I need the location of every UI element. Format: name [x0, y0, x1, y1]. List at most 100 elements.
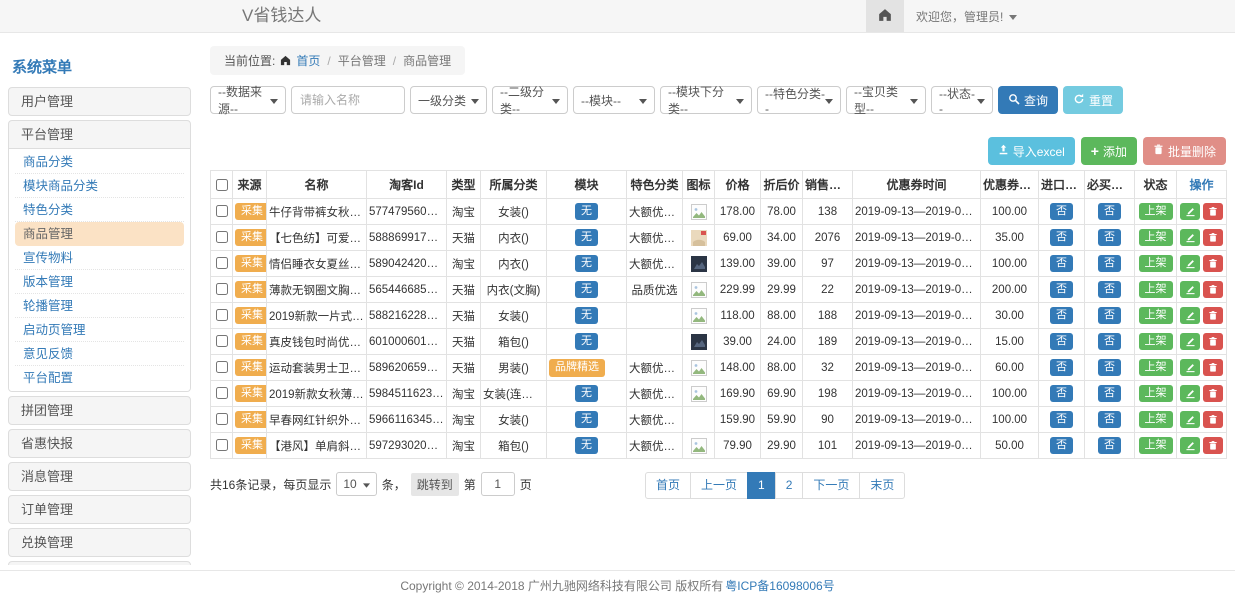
edit-button[interactable]: [1180, 281, 1200, 298]
delete-button[interactable]: [1203, 229, 1223, 246]
must-buy-toggle[interactable]: 否: [1098, 255, 1121, 273]
status-select[interactable]: --状态--: [931, 86, 993, 114]
sidebar-subitem-feature-category[interactable]: 特色分类: [15, 198, 184, 222]
page-first[interactable]: 首页: [645, 472, 691, 499]
status-button[interactable]: 上架: [1139, 359, 1173, 377]
row-checkbox[interactable]: [216, 283, 228, 295]
delete-button[interactable]: [1203, 281, 1223, 298]
add-button[interactable]: + 添加: [1081, 137, 1137, 165]
edit-button[interactable]: [1180, 359, 1200, 376]
sidebar-subitem-carousel-management[interactable]: 轮播管理: [15, 294, 184, 318]
page-next[interactable]: 下一页: [802, 472, 860, 499]
sidebar-item-stats-management[interactable]: 统计管理: [9, 562, 190, 565]
level2-category-select[interactable]: --二级分类--: [492, 86, 568, 114]
item-type-select[interactable]: --宝贝类型--: [846, 86, 926, 114]
status-button[interactable]: 上架: [1139, 437, 1173, 455]
status-button[interactable]: 上架: [1139, 229, 1173, 247]
import-excel-button[interactable]: 导入excel: [988, 137, 1075, 165]
import-select-toggle[interactable]: 否: [1050, 333, 1073, 351]
sidebar-item-order-management[interactable]: 订单管理: [9, 496, 190, 523]
status-button[interactable]: 上架: [1139, 333, 1173, 351]
row-checkbox[interactable]: [216, 257, 228, 269]
edit-button[interactable]: [1180, 437, 1200, 454]
status-button[interactable]: 上架: [1139, 281, 1173, 299]
sidebar-subitem-platform-config[interactable]: 平台配置: [15, 366, 184, 390]
import-select-toggle[interactable]: 否: [1050, 385, 1073, 403]
delete-button[interactable]: [1203, 203, 1223, 220]
must-buy-toggle[interactable]: 否: [1098, 203, 1121, 221]
sidebar-item-message-management[interactable]: 消息管理: [9, 463, 190, 490]
import-select-toggle[interactable]: 否: [1050, 411, 1073, 429]
icp-link[interactable]: 粤ICP备16098006号: [725, 577, 834, 594]
edit-button[interactable]: [1180, 203, 1200, 220]
row-checkbox[interactable]: [216, 387, 228, 399]
module-sub-category-select[interactable]: --模块下分类--: [660, 86, 752, 114]
must-buy-toggle[interactable]: 否: [1098, 333, 1121, 351]
reset-button[interactable]: 重置: [1063, 86, 1123, 114]
feature-category-select[interactable]: --特色分类--: [757, 86, 841, 114]
row-checkbox[interactable]: [216, 335, 228, 347]
row-checkbox[interactable]: [216, 309, 228, 321]
status-button[interactable]: 上架: [1139, 385, 1173, 403]
jump-button[interactable]: 跳转到: [411, 473, 459, 496]
import-select-toggle[interactable]: 否: [1050, 437, 1073, 455]
breadcrumb-home-link[interactable]: 首页: [296, 52, 320, 69]
must-buy-toggle[interactable]: 否: [1098, 411, 1121, 429]
edit-button[interactable]: [1180, 411, 1200, 428]
sidebar-subitem-splash-page-management[interactable]: 启动页管理: [15, 318, 184, 342]
must-buy-toggle[interactable]: 否: [1098, 307, 1121, 325]
must-buy-toggle[interactable]: 否: [1098, 281, 1121, 299]
row-checkbox[interactable]: [216, 439, 228, 451]
delete-button[interactable]: [1203, 255, 1223, 272]
home-button[interactable]: [866, 0, 904, 32]
edit-button[interactable]: [1180, 333, 1200, 350]
sidebar-subitem-promo-materials[interactable]: 宣传物料: [15, 246, 184, 270]
status-button[interactable]: 上架: [1139, 307, 1173, 325]
sidebar-item-platform-management[interactable]: 平台管理: [9, 121, 190, 148]
row-checkbox[interactable]: [216, 231, 228, 243]
sidebar-item-exchange-management[interactable]: 兑换管理: [9, 529, 190, 556]
must-buy-toggle[interactable]: 否: [1098, 229, 1121, 247]
edit-button[interactable]: [1180, 255, 1200, 272]
delete-button[interactable]: [1203, 437, 1223, 454]
sidebar-subitem-goods-category[interactable]: 商品分类: [15, 150, 184, 174]
edit-button[interactable]: [1180, 307, 1200, 324]
page-number-input[interactable]: [481, 472, 515, 496]
delete-button[interactable]: [1203, 307, 1223, 324]
import-select-toggle[interactable]: 否: [1050, 255, 1073, 273]
delete-button[interactable]: [1203, 411, 1223, 428]
row-checkbox[interactable]: [216, 413, 228, 425]
per-page-select[interactable]: 10: [336, 472, 376, 496]
status-button[interactable]: 上架: [1139, 203, 1173, 221]
sidebar-subitem-goods-management[interactable]: 商品管理: [15, 222, 184, 246]
sidebar-subitem-module-goods-category[interactable]: 模块商品分类: [15, 174, 184, 198]
must-buy-toggle[interactable]: 否: [1098, 437, 1121, 455]
status-button[interactable]: 上架: [1139, 255, 1173, 273]
must-buy-toggle[interactable]: 否: [1098, 385, 1121, 403]
sidebar-subitem-feedback[interactable]: 意见反馈: [15, 342, 184, 366]
search-button[interactable]: 查询: [998, 86, 1058, 114]
sidebar-item-user-management[interactable]: 用户管理: [9, 88, 190, 115]
import-select-toggle[interactable]: 否: [1050, 203, 1073, 221]
import-select-toggle[interactable]: 否: [1050, 281, 1073, 299]
page-last[interactable]: 末页: [859, 472, 905, 499]
page-prev[interactable]: 上一页: [690, 472, 748, 499]
must-buy-toggle[interactable]: 否: [1098, 359, 1121, 377]
edit-button[interactable]: [1180, 385, 1200, 402]
import-select-toggle[interactable]: 否: [1050, 307, 1073, 325]
row-checkbox[interactable]: [216, 361, 228, 373]
import-select-toggle[interactable]: 否: [1050, 359, 1073, 377]
row-checkbox[interactable]: [216, 205, 228, 217]
page-1[interactable]: 1: [747, 472, 776, 499]
user-menu[interactable]: 欢迎您，管理员!: [904, 0, 1029, 32]
import-select-toggle[interactable]: 否: [1050, 229, 1073, 247]
delete-button[interactable]: [1203, 359, 1223, 376]
edit-button[interactable]: [1180, 229, 1200, 246]
module-select[interactable]: --模块--: [573, 86, 655, 114]
sidebar-item-group-buy-management[interactable]: 拼团管理: [9, 397, 190, 424]
name-input[interactable]: [291, 86, 405, 114]
page-2[interactable]: 2: [775, 472, 804, 499]
sidebar-item-saving-news[interactable]: 省惠快报: [9, 430, 190, 457]
select-all-checkbox[interactable]: [216, 179, 228, 191]
status-button[interactable]: 上架: [1139, 411, 1173, 429]
